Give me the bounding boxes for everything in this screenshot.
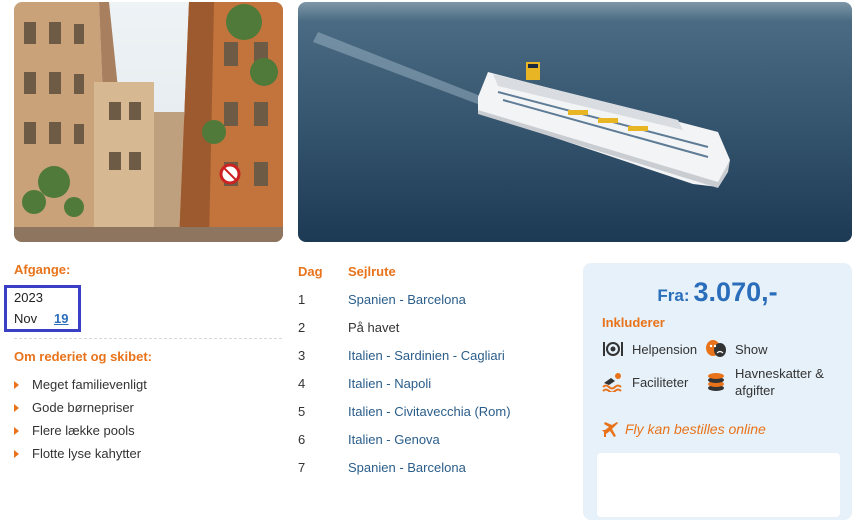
- departures-label: Afgange:: [14, 262, 71, 277]
- itinerary-port: Spanien - Barcelona: [348, 292, 466, 307]
- airplane-icon: [602, 422, 618, 437]
- street-photo: [14, 2, 283, 242]
- feature-item: Flere lække pools: [14, 422, 147, 445]
- itinerary-day-header: Dag: [298, 264, 323, 279]
- itinerary-port: Spanien - Barcelona: [348, 460, 466, 475]
- itinerary-port: Italien - Napoli: [348, 376, 432, 391]
- itinerary-port: Italien - Civitavecchia (Rom): [348, 404, 511, 419]
- include-label: Helpension: [632, 342, 698, 357]
- dining-icon: [603, 342, 623, 356]
- cruise-ship-photo: [298, 2, 852, 242]
- booking-panel: [597, 453, 840, 517]
- bullet-triangle-icon: [14, 427, 19, 435]
- bullet-triangle-icon: [14, 381, 19, 389]
- flight-note-text: Fly kan bestilles online: [625, 421, 766, 437]
- itinerary-day: 6: [298, 432, 306, 447]
- swimmer-icon: [602, 373, 622, 392]
- price-from-label: Fra:: [657, 286, 690, 305]
- theater-masks-icon: [706, 340, 726, 357]
- itinerary-port: Italien - Genova: [348, 432, 440, 447]
- itinerary-day: 5: [298, 404, 306, 419]
- itinerary-day: 7: [298, 460, 306, 475]
- feature-list: Meget familievenligt Gode børnepriser Fl…: [14, 376, 147, 468]
- itinerary-route-header: Sejlrute: [348, 264, 396, 279]
- itinerary-day: 3: [298, 348, 306, 363]
- price-value: 3.070,-: [693, 277, 778, 307]
- section-divider: [14, 338, 282, 339]
- feature-item: Meget familievenligt: [14, 376, 147, 399]
- coins-icon: [708, 373, 724, 391]
- about-ship-label: Om rederiet og skibet:: [14, 349, 152, 364]
- price-card: Fra: 3.070,- Inkluderer Helpension Show F…: [583, 263, 852, 520]
- feature-item: Gode børnepriser: [14, 399, 147, 422]
- departure-month: Nov: [14, 311, 38, 326]
- include-label: Havneskatter & afgifter: [735, 366, 824, 398]
- includes-label: Inkluderer: [602, 315, 665, 330]
- itinerary-day: 4: [298, 376, 306, 391]
- feature-item: Flotte lyse kahytter: [14, 445, 147, 468]
- itinerary-port: Italien - Sardinien - Cagliari: [348, 348, 505, 363]
- itinerary-day: 1: [298, 292, 306, 307]
- departure-date-link[interactable]: 19: [54, 311, 68, 326]
- price-line: Fra: 3.070,-: [583, 277, 852, 308]
- bullet-triangle-icon: [14, 404, 19, 412]
- bullet-triangle-icon: [14, 450, 19, 458]
- itinerary-day: 2: [298, 320, 306, 335]
- departure-year: 2023: [14, 290, 43, 305]
- itinerary-port: På havet: [348, 320, 400, 335]
- include-label: Faciliteter: [632, 375, 689, 390]
- include-label: Show: [735, 342, 768, 357]
